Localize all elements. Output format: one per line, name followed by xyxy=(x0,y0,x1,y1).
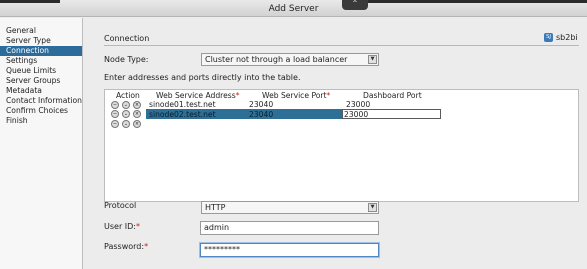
column-header-action: Action xyxy=(116,91,140,100)
user-id-label-text: User ID: xyxy=(104,222,136,231)
title-bar: ⌃ Add Server xyxy=(0,0,587,17)
instructions-text: Enter addresses and ports directly into … xyxy=(104,73,301,82)
section-title: Connection xyxy=(104,34,150,43)
delete-row-icon[interactable]: × xyxy=(133,101,141,109)
sidebar-item-metadata[interactable]: Metadata xyxy=(0,86,82,96)
sidebar-item-contact-information[interactable]: Contact Information xyxy=(0,96,82,106)
table-cell-dashboard[interactable]: 23000 xyxy=(344,110,368,119)
chevron-down-icon[interactable]: ▼ xyxy=(368,55,377,64)
node-type-select[interactable]: Cluster not through a load balancer ▼ xyxy=(201,53,379,66)
table-cell-dashboard[interactable]: 23000 xyxy=(346,100,370,109)
node-type-value: Cluster not through a load balancer xyxy=(205,55,348,64)
column-header-address-text: Web Service Address xyxy=(156,91,236,100)
server-badge-icon: SJ xyxy=(544,33,553,42)
wizard-steps-sidebar: General Server Type Connection Settings … xyxy=(0,18,83,269)
sidebar-item-settings[interactable]: Settings xyxy=(0,56,82,66)
column-header-address: Web Service Address* xyxy=(156,91,240,100)
title-bar-dark-strip-right xyxy=(357,0,587,3)
sidebar-item-general[interactable]: General xyxy=(0,26,82,36)
required-mark: * xyxy=(235,91,240,100)
server-badge: SJ sb2bi xyxy=(544,33,578,42)
protocol-value: HTTP xyxy=(205,203,226,212)
column-header-dashboard: Dashboard Port xyxy=(363,91,422,100)
column-header-port-text: Web Service Port xyxy=(262,91,327,100)
edit-row-icon[interactable]: ⌄ xyxy=(122,120,130,128)
remove-row-icon[interactable]: − xyxy=(111,110,119,118)
password-label: Password:* xyxy=(104,242,148,251)
password-label-text: Password: xyxy=(104,242,145,251)
sidebar-item-server-type[interactable]: Server Type xyxy=(0,36,82,46)
password-input[interactable]: ********* xyxy=(200,243,379,257)
protocol-select[interactable]: HTTP ▼ xyxy=(201,201,379,214)
table-cell-address[interactable]: sinode02.test.net xyxy=(149,110,216,119)
window-title: Add Server xyxy=(268,4,319,14)
connection-panel: Connection SJ sb2bi Node Type: Cluster n… xyxy=(84,18,587,269)
sidebar-item-connection[interactable]: Connection xyxy=(0,46,82,56)
server-badge-label: sb2bi xyxy=(556,33,578,42)
column-header-port: Web Service Port* xyxy=(262,91,330,100)
edit-row-icon[interactable]: ⌄ xyxy=(122,110,130,118)
chevron-down-icon[interactable]: ▼ xyxy=(368,203,377,212)
delete-row-icon[interactable]: × xyxy=(133,120,141,128)
node-type-label: Node Type: xyxy=(104,55,149,64)
user-id-label: User ID:* xyxy=(104,222,140,231)
protocol-label: Protocol xyxy=(104,201,137,210)
sidebar-item-finish[interactable]: Finish xyxy=(0,116,82,126)
address-table: Action Web Service Address* Web Service … xyxy=(104,89,579,202)
sidebar-item-queue-limits[interactable]: Queue Limits xyxy=(0,66,82,76)
section-divider xyxy=(104,45,579,46)
edit-row-icon[interactable]: ⌄ xyxy=(122,101,130,109)
table-cell-address[interactable]: sinode01.test.net xyxy=(149,100,216,109)
delete-row-icon[interactable]: × xyxy=(133,110,141,118)
required-mark: * xyxy=(326,91,331,100)
table-cell-port[interactable]: 23040 xyxy=(249,110,273,119)
sidebar-item-confirm-choices[interactable]: Confirm Choices xyxy=(0,106,82,116)
remove-row-icon[interactable]: − xyxy=(111,101,119,109)
user-id-input[interactable]: admin xyxy=(200,221,379,235)
remove-row-icon[interactable]: − xyxy=(111,120,119,128)
required-mark: * xyxy=(144,242,149,251)
required-mark: * xyxy=(136,222,140,231)
sidebar-item-server-groups[interactable]: Server Groups xyxy=(0,76,82,86)
title-bar-dark-strip-left xyxy=(0,0,60,3)
table-cell-port[interactable]: 23040 xyxy=(249,100,273,109)
